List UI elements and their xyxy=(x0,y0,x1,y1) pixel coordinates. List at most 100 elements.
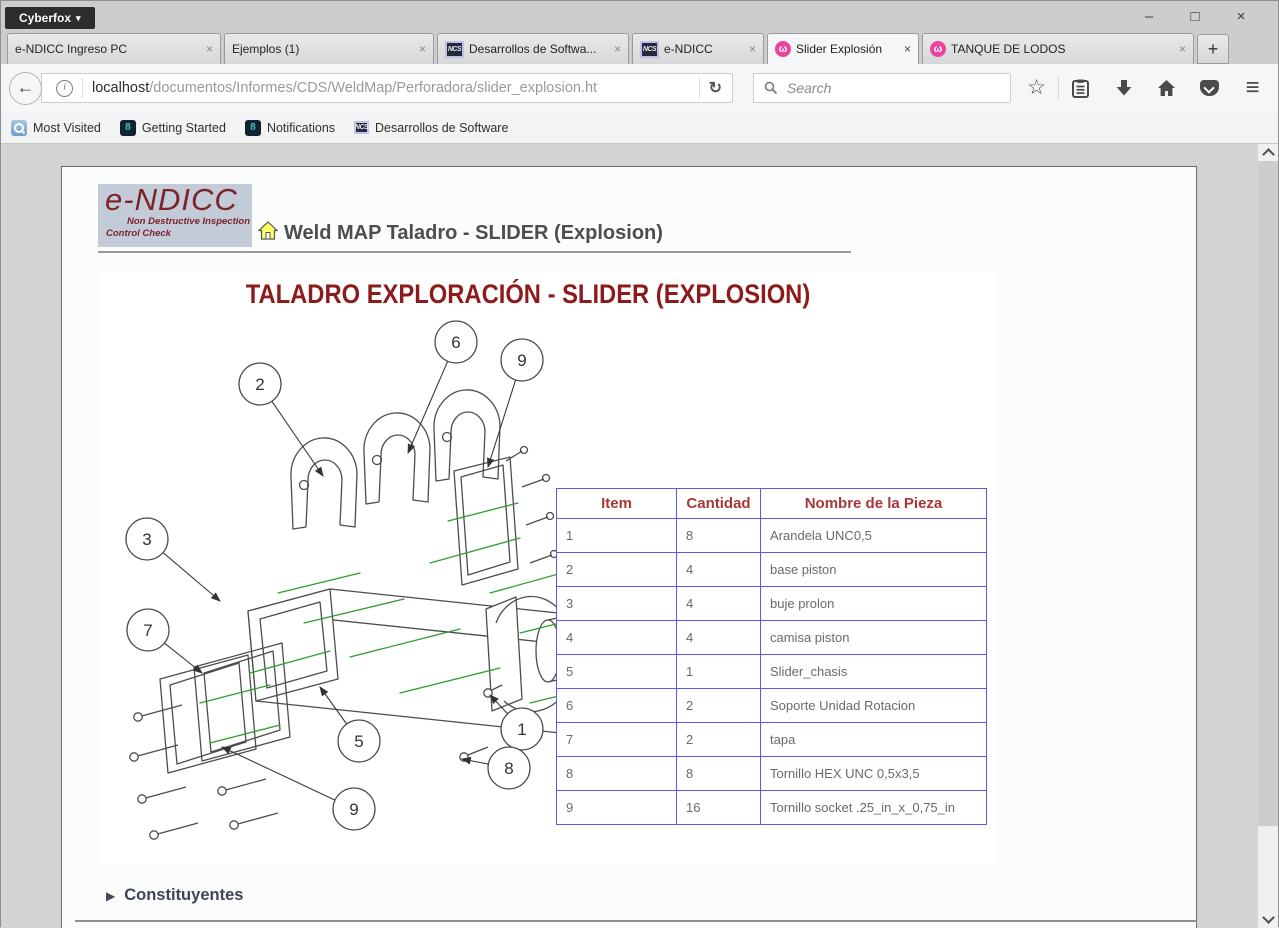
bookmark-most-visited[interactable]: Most Visited xyxy=(11,120,101,136)
tab-tanque-de-lodos[interactable]: ω TANQUE DE LODOS × xyxy=(922,33,1194,64)
url-host: localhost xyxy=(92,80,149,96)
tab-close-icon[interactable]: × xyxy=(206,42,213,56)
twisty-right-icon[interactable]: ▶ xyxy=(106,889,115,903)
pocket-icon[interactable] xyxy=(1188,80,1231,96)
tab-close-icon[interactable]: × xyxy=(1179,42,1186,56)
bookmark-star-icon[interactable]: ☆ xyxy=(1015,78,1058,98)
tab-label: Desarrollos de Softwa... xyxy=(469,42,610,56)
parts-table: ItemCantidadNombre de la Pieza 18Arandel… xyxy=(556,488,987,825)
scroll-down-icon[interactable] xyxy=(1262,911,1275,924)
svg-text:8: 8 xyxy=(504,759,513,778)
drawing-title: TALADRO EXPLORACIÓN - SLIDER (EXPLOSION) xyxy=(150,279,907,310)
bookmarks-menu-icon[interactable] xyxy=(1059,79,1102,98)
search-input[interactable] xyxy=(785,79,979,97)
back-button[interactable]: ← xyxy=(9,72,42,105)
svg-text:1: 1 xyxy=(517,720,526,739)
dark-app-icon: 8 xyxy=(245,120,261,136)
reload-icon[interactable]: ↻ xyxy=(709,78,722,98)
web-page: e-NDICC Non Destructive Inspection Contr… xyxy=(61,166,1197,928)
tab-label: Ejemplos (1) xyxy=(232,42,415,56)
table-row: 88Tornillo HEX UNC 0,5x3,5 xyxy=(557,757,987,791)
maximize-button[interactable]: □ xyxy=(1172,5,1218,29)
page-header: e-NDICC Non Destructive Inspection Contr… xyxy=(98,184,1160,247)
heading-divider xyxy=(98,251,851,253)
parts-table-body: 18Arandela UNC0,524base piston34buje pro… xyxy=(557,519,987,825)
bookmark-getting-started[interactable]: 8Getting Started xyxy=(120,120,226,136)
tab-strip: e-NDICC Ingreso PC×Ejemplos (1)×NCSDesar… xyxy=(1,31,1278,64)
tab-label: Slider Explosión xyxy=(796,42,900,56)
app-menu-label: Cyberfox xyxy=(19,11,71,25)
window-titlebar: Cyberfox ▾ – □ × xyxy=(1,1,1278,31)
toolbar-icons: ☆ ≡ xyxy=(1015,74,1274,102)
tab-close-icon[interactable]: × xyxy=(614,42,621,56)
bookmark-desarrollos-de-software[interactable]: NCS Desarrollos de Software xyxy=(354,121,508,135)
table-header: Cantidad xyxy=(677,489,761,519)
tab-close-icon[interactable]: × xyxy=(749,42,756,56)
page-heading: Weld MAP Taladro - SLIDER (Explosion) xyxy=(258,221,663,247)
table-row: 72tapa xyxy=(557,723,987,757)
scrollbar-thumb[interactable] xyxy=(1258,161,1278,826)
app-menu-button[interactable]: Cyberfox ▾ xyxy=(5,7,95,29)
navigation-toolbar: ← i localhost/documentos/Informes/CDS/We… xyxy=(1,64,1278,112)
svg-text:9: 9 xyxy=(349,800,358,819)
tab-e-ndicc[interactable]: NCSe-NDICC× xyxy=(632,33,764,64)
browser-viewport: e-NDICC Non Destructive Inspection Contr… xyxy=(1,144,1278,928)
tab-e-ndicc-ingreso-pc[interactable]: e-NDICC Ingreso PC × xyxy=(7,33,221,64)
home-icon[interactable] xyxy=(1145,79,1188,97)
chevron-down-icon: ▾ xyxy=(76,13,81,24)
bookmark-label: Desarrollos de Software xyxy=(375,121,508,135)
search-box[interactable] xyxy=(753,73,1011,103)
logo-title: e-NDICC xyxy=(98,184,252,216)
menu-hamburger-icon[interactable]: ≡ xyxy=(1231,78,1274,98)
logo-subtitle-1: Non Destructive Inspection xyxy=(98,216,252,228)
endicc-logo: e-NDICC Non Destructive Inspection Contr… xyxy=(98,184,252,247)
callout-3: 3 xyxy=(126,518,220,601)
url-path: /documentos/Informes/CDS/WeldMap/Perfora… xyxy=(149,80,597,96)
wamp-icon: ω xyxy=(930,41,946,57)
page-info-icon[interactable]: i xyxy=(56,80,73,97)
tab-desarrollos-de-softwa[interactable]: NCSDesarrollos de Softwa...× xyxy=(437,33,629,64)
vertical-scrollbar[interactable] xyxy=(1258,144,1278,928)
table-row: 24base piston xyxy=(557,553,987,587)
bookmark-notifications[interactable]: 8 Notifications xyxy=(245,120,335,136)
downloads-icon[interactable] xyxy=(1102,79,1145,97)
most-visited-icon xyxy=(11,120,27,136)
svg-text:9: 9 xyxy=(517,351,526,370)
table-row: 18Arandela UNC0,5 xyxy=(557,519,987,553)
wamp-icon: ω xyxy=(775,41,791,57)
table-row: 51Slider_chasis xyxy=(557,655,987,689)
url-separator xyxy=(82,78,83,98)
tab-slider-explosi-n[interactable]: ω Slider Explosión × xyxy=(767,33,919,64)
bookmark-label: Getting Started xyxy=(142,121,226,135)
minimize-button[interactable]: – xyxy=(1126,5,1172,29)
new-tab-button[interactable]: + xyxy=(1197,34,1229,64)
browser-window: { "window": { "app_button": "Cyberfox", … xyxy=(0,0,1279,927)
weldmap-image: 269375189 TALADRO EXPLORACIÓN - SLIDER (… xyxy=(98,271,996,865)
tab-ejemplos-1[interactable]: Ejemplos (1) × xyxy=(224,33,434,64)
tab-label: e-NDICC Ingreso PC xyxy=(15,42,202,56)
table-row: 62Soporte Unidad Rotacion xyxy=(557,689,987,723)
logo-subtitle-2: Control Check xyxy=(98,228,252,240)
tab-close-icon[interactable]: × xyxy=(419,42,426,56)
svg-text:6: 6 xyxy=(451,333,460,352)
page-heading-text: Weld MAP Taladro - SLIDER (Explosion) xyxy=(284,222,663,245)
svg-text:5: 5 xyxy=(354,732,363,751)
bookmark-label: Notifications xyxy=(267,121,335,135)
constituyentes-toggle[interactable]: ▶ Constituyentes xyxy=(98,886,1160,905)
bookmarks-toolbar: Most Visited 8Getting Started 8 Notificatio… xyxy=(1,112,1278,144)
table-row: 44camisa piston xyxy=(557,621,987,655)
home-page-icon[interactable] xyxy=(258,221,278,246)
table-row: 916Tornillo socket .25_in_x_0,75_in xyxy=(557,791,987,825)
close-button[interactable]: × xyxy=(1218,5,1264,29)
search-icon xyxy=(764,81,778,95)
tab-label: TANQUE DE LODOS xyxy=(951,42,1175,56)
table-row: 34buje prolon xyxy=(557,587,987,621)
url-bar[interactable]: i localhost/documentos/Informes/CDS/Weld… xyxy=(41,73,733,103)
tab-close-icon[interactable]: × xyxy=(904,42,911,56)
url-text[interactable]: localhost/documentos/Informes/CDS/WeldMa… xyxy=(92,80,699,96)
parts-table-header-row: ItemCantidadNombre de la Pieza xyxy=(557,489,987,519)
scroll-up-icon[interactable] xyxy=(1262,148,1275,161)
ncs-icon: NCS xyxy=(354,121,369,134)
window-controls: – □ × xyxy=(1126,5,1264,29)
table-header: Nombre de la Pieza xyxy=(761,489,987,519)
